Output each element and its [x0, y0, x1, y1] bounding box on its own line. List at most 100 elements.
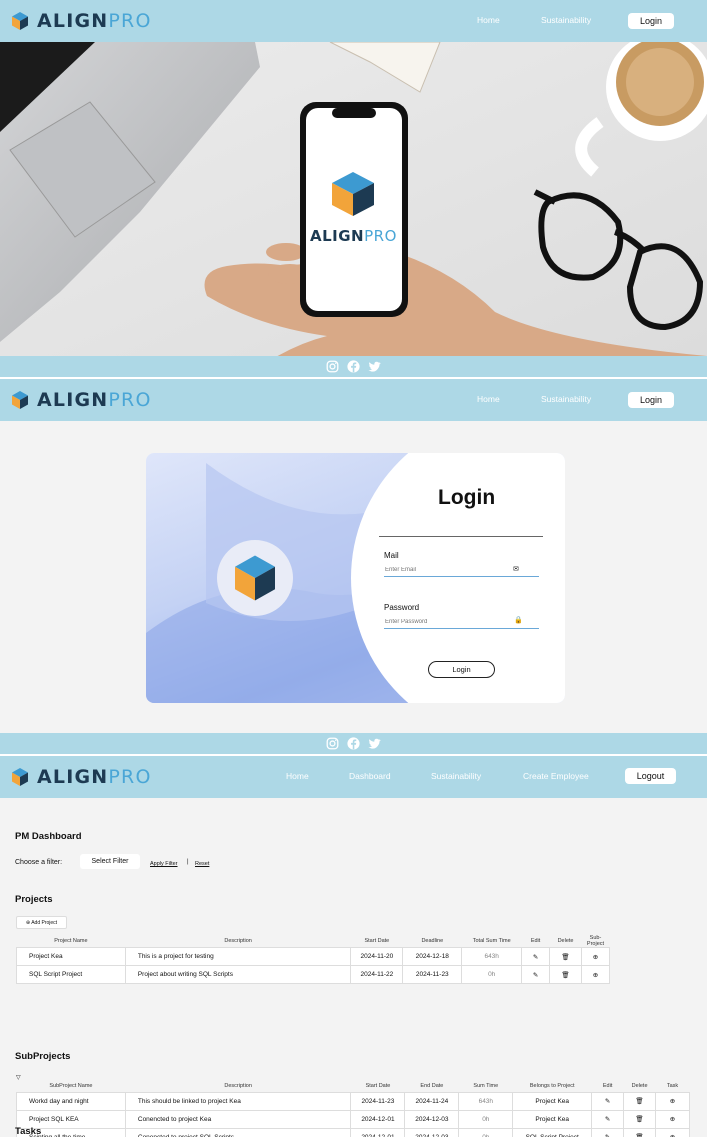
- header-section-1: ALIGNPRO Home Sustainability Login: [0, 0, 707, 42]
- nav-sustainability[interactable]: Sustainability: [431, 771, 481, 781]
- subproject-project: Project Kea: [512, 1091, 593, 1111]
- subprojects-table: SubProject Name Description Start Date E…: [16, 1080, 690, 1137]
- add-circle-icon[interactable]: ⊕: [580, 965, 611, 984]
- edit-icon[interactable]: ✎: [521, 947, 551, 966]
- nav-home[interactable]: Home: [286, 771, 309, 781]
- login-nav-button[interactable]: Login: [628, 392, 674, 408]
- edit-icon[interactable]: ✎: [591, 1127, 625, 1137]
- add-circle-icon[interactable]: ⊕: [580, 947, 611, 966]
- table-row: Workd day and night This should be linke…: [16, 1091, 690, 1111]
- filter-select[interactable]: Select Filter: [80, 854, 140, 869]
- instagram-icon[interactable]: [326, 737, 339, 750]
- subproject-description: Conencted to project SQL Scripts: [124, 1127, 352, 1137]
- col-sum-time: Sum Time: [473, 1082, 499, 1089]
- cube-logo-icon: [12, 768, 28, 786]
- nav-create-employee[interactable]: Create Employee: [523, 771, 589, 781]
- subproject-project: SQL Script Project: [512, 1127, 593, 1137]
- project-name: SQL Script Project: [16, 965, 126, 984]
- logo-circle: [217, 540, 293, 616]
- phone-brand-text: ALIGNPRO: [310, 227, 397, 245]
- logout-button[interactable]: Logout: [625, 768, 676, 784]
- brand-align: ALIGN: [37, 10, 109, 32]
- filter-label: Choose a filter:: [15, 859, 63, 866]
- nav-sustainability[interactable]: Sustainability: [541, 15, 591, 25]
- edit-icon[interactable]: ✎: [521, 965, 551, 984]
- col-subproject: Sub-Project: [586, 935, 605, 947]
- brand-logo[interactable]: ALIGNPRO: [11, 766, 152, 788]
- add-circle-icon[interactable]: ⊕: [655, 1127, 690, 1137]
- trash-icon[interactable]: 🗑: [549, 947, 582, 966]
- apply-filter-link[interactable]: Apply Filter: [150, 861, 178, 867]
- subproject-sum: 0h: [458, 1109, 514, 1129]
- dashboard-title: PM Dashboard: [15, 831, 82, 842]
- trash-icon[interactable]: 🗑: [623, 1109, 657, 1129]
- edit-icon[interactable]: ✎: [591, 1109, 625, 1129]
- project-start: 2024-11-20: [350, 947, 404, 966]
- pm-dashboard: PM Dashboard Choose a filter: Select Fil…: [0, 798, 707, 1137]
- col-delete: Delete: [631, 1082, 648, 1089]
- login-divider: [379, 536, 543, 537]
- reset-link[interactable]: Reset: [195, 861, 209, 867]
- header-section-2: ALIGNPRO Home Sustainability Login: [0, 379, 707, 421]
- subproject-project: Project Kea: [512, 1109, 593, 1129]
- nav-home[interactable]: Home: [477, 394, 500, 404]
- nav-sustainability[interactable]: Sustainability: [541, 394, 591, 404]
- col-belongs-to: Belongs to Project: [529, 1082, 575, 1089]
- col-edit: Edit: [602, 1082, 613, 1089]
- col-project-name: Project Name: [54, 938, 88, 944]
- add-circle-icon[interactable]: ⊕: [655, 1109, 690, 1129]
- brand-logo[interactable]: ALIGNPRO: [11, 10, 152, 32]
- project-deadline: 2024-12-18: [402, 947, 463, 966]
- col-end-date: End Date: [420, 1082, 444, 1089]
- instagram-icon[interactable]: [326, 360, 339, 373]
- login-nav-button[interactable]: Login: [628, 13, 674, 29]
- projects-header-row: Project Name Description Start Date Dead…: [17, 935, 610, 948]
- hero-image: ALIGNPRO: [0, 42, 707, 356]
- table-row: Project SQL KEA Conencted to project Kea…: [16, 1109, 690, 1129]
- edit-icon[interactable]: ✎: [591, 1091, 625, 1111]
- login-title: Login: [438, 486, 496, 509]
- col-edit: Edit: [530, 938, 541, 944]
- col-subproject-name: SubProject Name: [49, 1082, 93, 1089]
- subproject-start: 2024-12-01: [350, 1127, 406, 1137]
- add-circle-icon[interactable]: ⊕: [655, 1091, 690, 1111]
- trash-icon[interactable]: 🗑: [623, 1127, 657, 1137]
- mail-icon: ✉: [513, 566, 519, 573]
- col-description: Description: [224, 1082, 252, 1089]
- table-row: Scipting all the time Conencted to proje…: [16, 1127, 690, 1137]
- add-project-button[interactable]: ⊕ Add Project: [16, 916, 67, 929]
- mail-label: Mail: [384, 551, 399, 560]
- login-submit-button[interactable]: Login: [428, 661, 495, 678]
- nav-dashboard[interactable]: Dashboard: [349, 771, 391, 781]
- projects-table: Project Name Description Start Date Dead…: [16, 935, 611, 984]
- tasks-title: Tasks: [15, 1126, 42, 1137]
- trash-icon[interactable]: 🗑: [549, 965, 582, 984]
- projects-title: Projects: [15, 894, 53, 905]
- cube-logo-icon: [235, 555, 275, 601]
- subprojects-header-row: SubProject Name Description Start Date E…: [17, 1080, 690, 1092]
- subproject-end: 2024-11-24: [404, 1091, 460, 1111]
- brand-logo[interactable]: ALIGNPRO: [11, 389, 152, 411]
- trash-icon[interactable]: 🗑: [623, 1091, 657, 1111]
- project-sum: 643h: [461, 947, 523, 966]
- facebook-icon[interactable]: [347, 737, 360, 750]
- subproject-description: This should be linked to project Kea: [124, 1091, 352, 1111]
- nav-home[interactable]: Home: [477, 15, 500, 25]
- lock-icon: 🔒: [514, 617, 523, 624]
- project-name: Project Kea: [16, 947, 126, 966]
- twitter-icon[interactable]: [368, 360, 381, 373]
- project-description: Project about writing SQL Scripts: [124, 965, 352, 984]
- footer-section-1: [0, 356, 707, 377]
- project-start: 2024-11-22: [350, 965, 404, 984]
- password-label: Password: [384, 603, 420, 612]
- twitter-icon[interactable]: [368, 737, 381, 750]
- subproject-name: Workd day and night: [16, 1091, 126, 1111]
- col-start-date: Start Date: [364, 938, 390, 944]
- cube-logo-icon: [12, 391, 28, 409]
- table-row: SQL Script Project Project about writing…: [16, 965, 611, 984]
- col-delete: Delete: [557, 938, 574, 944]
- header-section-3: ALIGNPRO Home Dashboard Sustainability C…: [0, 756, 707, 798]
- facebook-icon[interactable]: [347, 360, 360, 373]
- hero-photo-illustration: [0, 42, 707, 356]
- col-task: Task: [666, 1082, 679, 1089]
